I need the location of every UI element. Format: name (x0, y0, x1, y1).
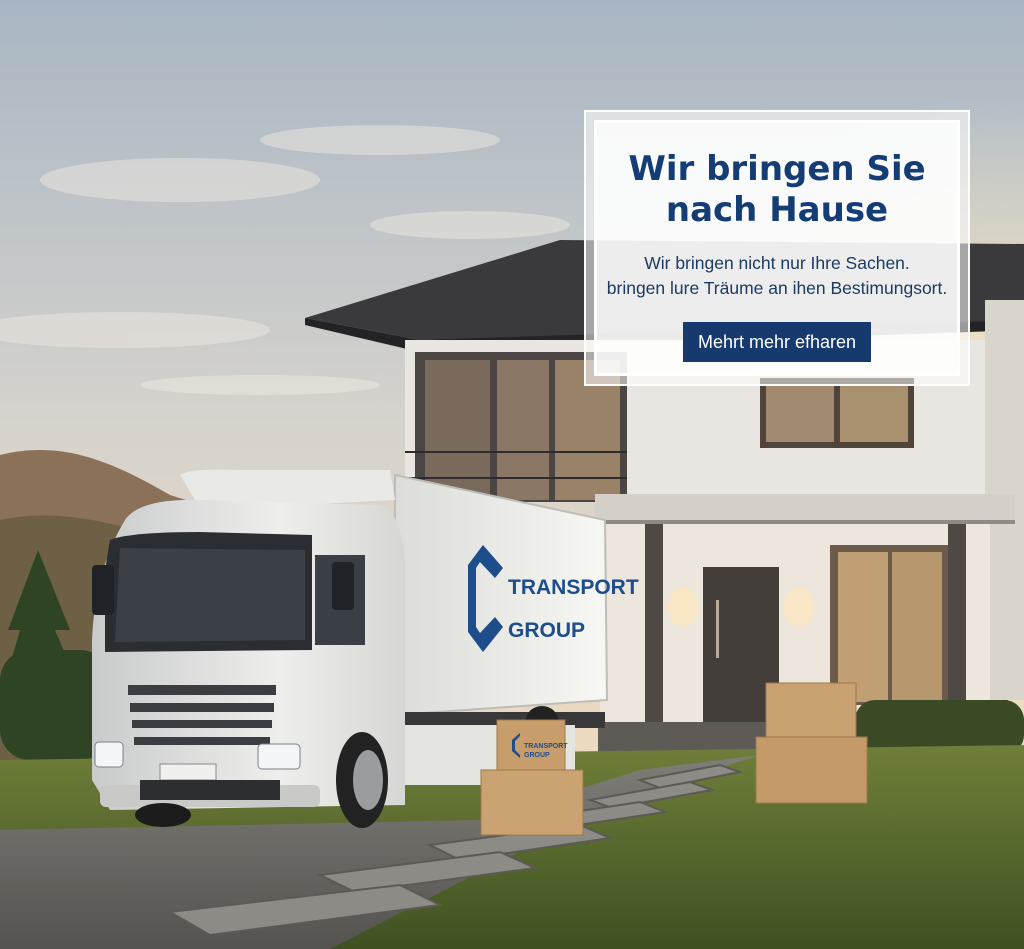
hero-card: Wir bringen Sie nach Hause Wir bringen n… (584, 110, 970, 386)
trailer-logo-line1: TRANSPORT (508, 576, 639, 599)
trailer-logo-line2: GROUP (508, 619, 585, 642)
box-label-line2: GROUP (524, 752, 550, 759)
hero-headline: Wir bringen Sie nach Hause (597, 149, 957, 231)
hero-headline-line2: nach Hause (665, 190, 889, 230)
learn-more-button[interactable]: Mehrt mehr efharen (682, 322, 872, 362)
hero-subtext-line2: bringen lure Träume an ihen Bestimungsor… (606, 278, 948, 298)
hero-headline-line1: Wir bringen Sie (628, 149, 926, 189)
hero-subtext-line1: Wir bringen nicht nur Ihre Sachen. (644, 253, 910, 273)
hero-card-inner: Wir bringen Sie nach Hause Wir bringen n… (594, 120, 960, 376)
hero-subtext: Wir bringen nicht nur Ihre Sachen. bring… (597, 251, 957, 301)
box-label-line1: TRANSPORT (524, 743, 568, 750)
